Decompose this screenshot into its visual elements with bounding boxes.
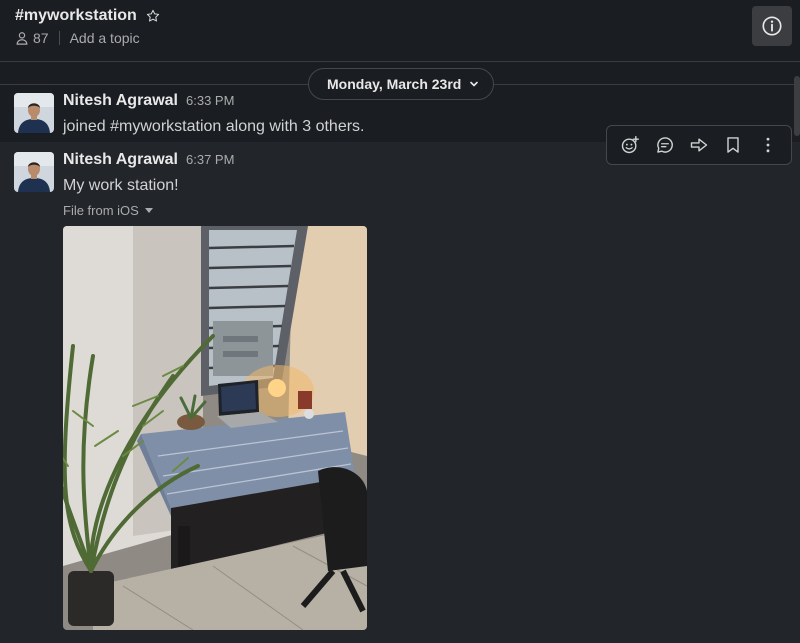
caret-down-icon: [144, 207, 153, 213]
add-reaction-button[interactable]: [616, 131, 644, 159]
members-button[interactable]: 87: [15, 30, 49, 46]
author-name[interactable]: Nitesh Agrawal: [63, 92, 178, 110]
timestamp[interactable]: 6:33 PM: [186, 93, 234, 108]
channel-meta: 87 Add a topic: [15, 30, 140, 46]
channel-title-button[interactable]: #myworkstation: [15, 7, 161, 25]
more-actions-icon: [766, 137, 770, 153]
reply-thread-button[interactable]: [651, 131, 679, 159]
file-source-label: File from iOS: [63, 203, 139, 218]
reply-in-thread-icon: [656, 137, 673, 153]
message-text: joined #myworkstation along with 3 other…: [63, 118, 365, 135]
person-icon: [16, 32, 28, 45]
message-header: Nitesh Agrawal 6:33 PM: [63, 92, 234, 110]
share-message-icon: [690, 138, 708, 152]
author-name[interactable]: Nitesh Agrawal: [63, 151, 178, 169]
avatar[interactable]: [14, 93, 54, 133]
attached-photo[interactable]: [63, 226, 367, 630]
more-actions-button[interactable]: [754, 131, 782, 159]
add-reaction-icon: [621, 135, 640, 154]
message-actions-toolbar: [606, 125, 792, 165]
message-item[interactable]: Nitesh Agrawal 6:37 PM My work station! …: [0, 142, 800, 643]
star-icon[interactable]: [145, 8, 161, 24]
meta-divider: [58, 31, 60, 45]
add-topic-link[interactable]: Add a topic: [70, 30, 140, 46]
member-count: 87: [33, 30, 49, 46]
channel-details-button[interactable]: [752, 6, 792, 46]
save-message-icon: [727, 137, 740, 153]
channel-header: #myworkstation 87 Add a topic: [0, 0, 800, 62]
share-message-button[interactable]: [685, 131, 713, 159]
timestamp[interactable]: 6:37 PM: [186, 152, 234, 167]
scrollbar-thumb[interactable]: [794, 76, 800, 136]
workstation-photo: [63, 226, 367, 630]
message-header: Nitesh Agrawal 6:37 PM: [63, 151, 234, 169]
message-text: My work station!: [63, 177, 179, 194]
file-source-toggle[interactable]: File from iOS: [63, 203, 153, 218]
info-icon: [762, 16, 782, 36]
save-message-button[interactable]: [719, 131, 747, 159]
channel-name: #myworkstation: [15, 7, 137, 24]
avatar[interactable]: [14, 152, 54, 192]
